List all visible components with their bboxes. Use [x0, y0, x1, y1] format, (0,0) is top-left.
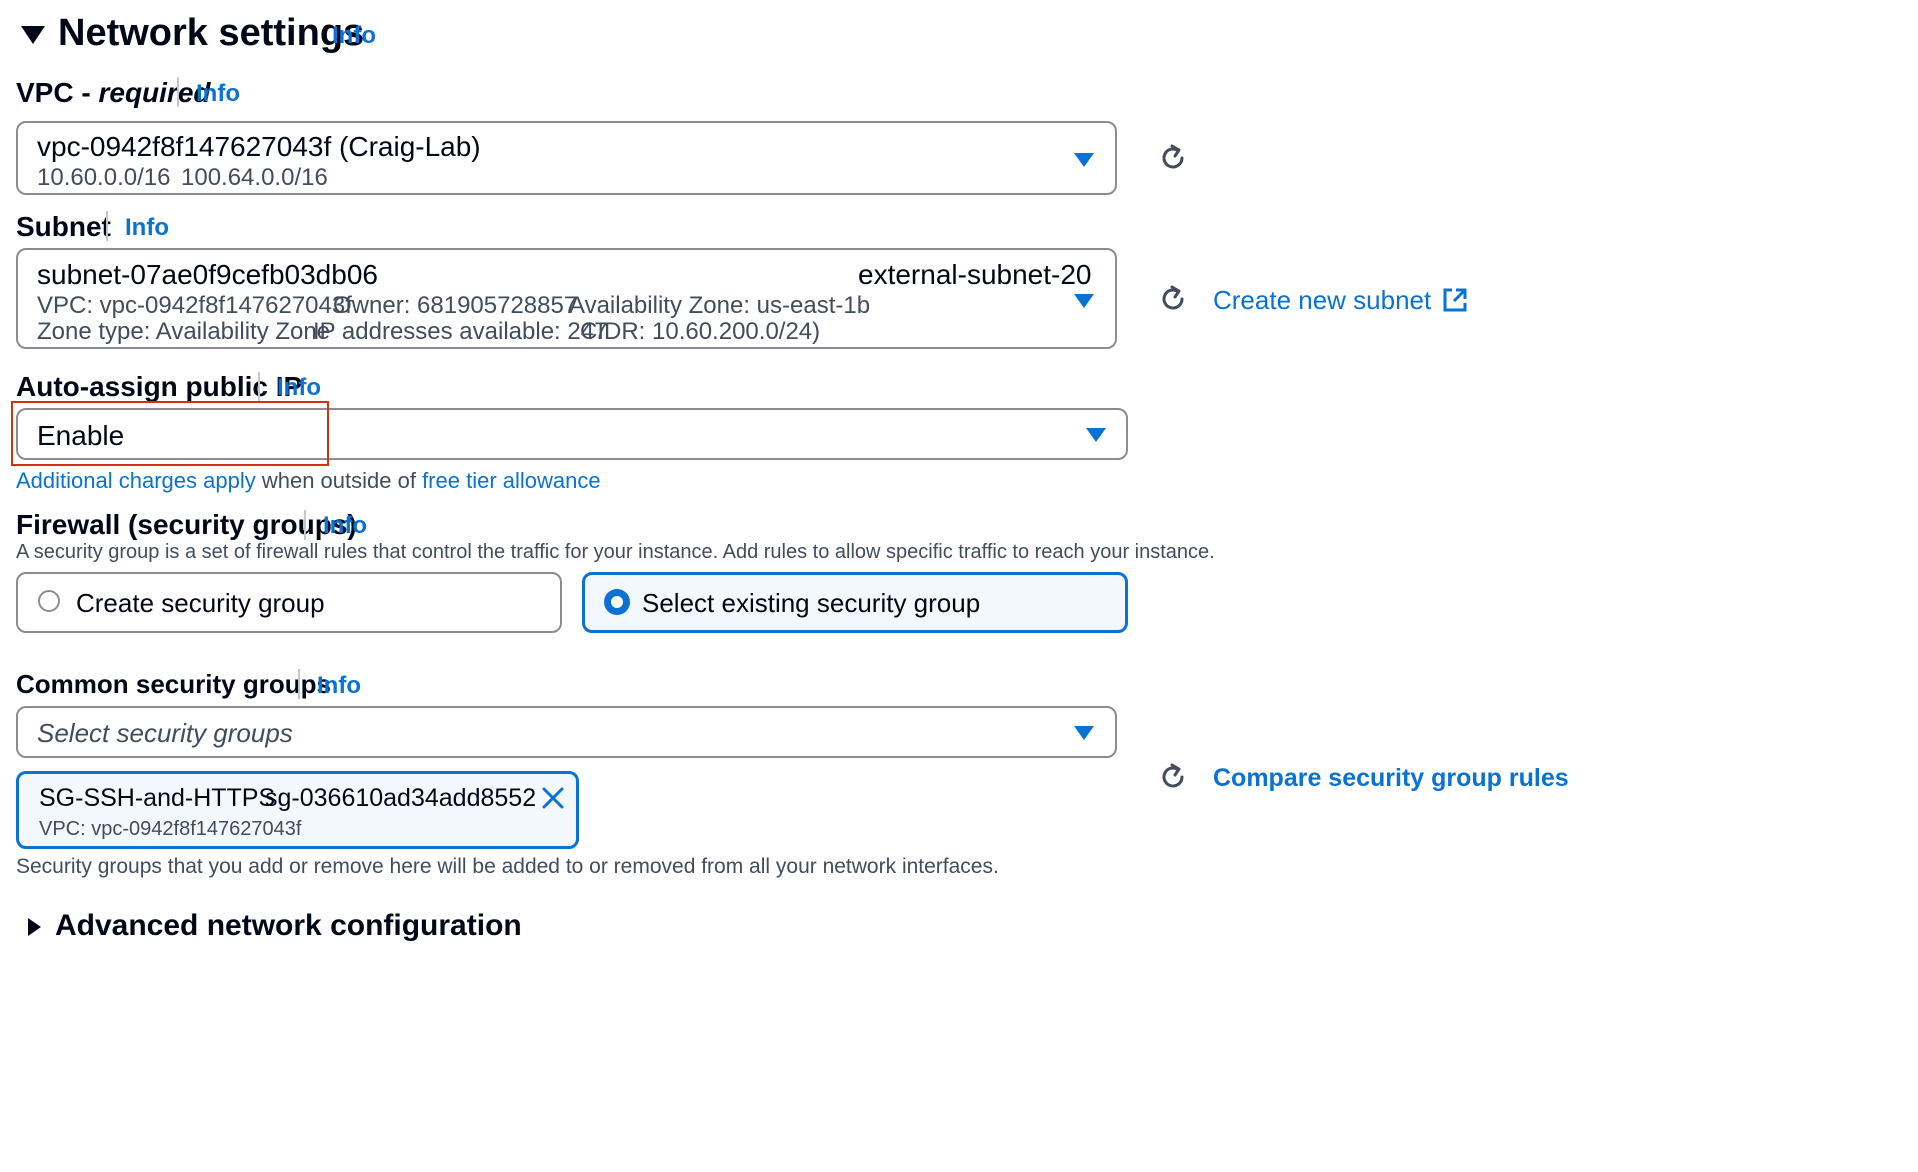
- token-sg-name: SG-SSH-and-HTTPS: [39, 784, 276, 812]
- firewall-description: A security group is a set of firewall ru…: [16, 541, 1215, 563]
- refresh-icon[interactable]: [1158, 143, 1188, 173]
- subnet-cidr: CIDR: 10.60.200.0/24): [580, 318, 821, 345]
- divider: [106, 211, 108, 241]
- chevron-down-icon: [1074, 153, 1094, 167]
- vpc-select[interactable]: vpc-0942f8f147627043f (Craig-Lab) 10.60.…: [16, 121, 1117, 195]
- refresh-icon[interactable]: [1158, 762, 1188, 792]
- subnet-selected-value: subnet-07ae0f9cefb03db06: [37, 259, 378, 290]
- vpc-label: VPC - required: [16, 77, 211, 108]
- select-existing-security-group-option[interactable]: Select existing security group: [582, 572, 1128, 633]
- subnet-ips-available: IP addresses available: 247: [313, 318, 608, 345]
- common-security-groups-info-link[interactable]: Info: [317, 672, 361, 700]
- free-tier-link[interactable]: free tier allowance: [422, 468, 601, 493]
- firewall-info-link[interactable]: Info: [323, 512, 367, 540]
- highlight-annotation-box: [11, 401, 329, 466]
- subnet-select[interactable]: subnet-07ae0f9cefb03db06 external-subnet…: [16, 248, 1117, 349]
- token-sg-id: sg-036610ad34add8552: [265, 784, 537, 812]
- subnet-label: Subnet: [16, 211, 111, 242]
- token-sg-vpc: VPC: vpc-0942f8f147627043f: [39, 818, 302, 840]
- radio-unselected-icon[interactable]: [38, 590, 60, 612]
- vpc-info-link[interactable]: Info: [196, 80, 240, 108]
- radio-selected-icon[interactable]: [604, 589, 630, 615]
- create-security-group-option[interactable]: Create security group: [16, 572, 562, 633]
- security-groups-placeholder: Select security groups: [37, 718, 293, 748]
- remove-token-close-icon[interactable]: [541, 786, 565, 815]
- security-groups-select[interactable]: Select security groups: [16, 706, 1117, 758]
- section-title: Network settings: [58, 12, 365, 54]
- create-new-subnet-link[interactable]: Create new subnet: [1213, 285, 1468, 320]
- additional-charges-link[interactable]: Additional charges apply: [16, 468, 256, 493]
- public-ip-info-link[interactable]: Info: [277, 374, 321, 402]
- subnet-availability-zone: Availability Zone: us-east-1b: [569, 292, 871, 319]
- external-link-icon: [1442, 287, 1468, 320]
- compare-security-group-rules-link[interactable]: Compare security group rules: [1213, 764, 1569, 793]
- section-info-link[interactable]: Info: [332, 22, 376, 50]
- subnet-name: external-subnet-20: [858, 259, 1092, 290]
- create-security-group-label: Create security group: [76, 588, 325, 618]
- divider: [177, 77, 179, 107]
- divider: [258, 372, 260, 402]
- divider: [304, 510, 306, 540]
- subnet-vpc: VPC: vpc-0942f8f147627043f: [37, 292, 352, 319]
- vpc-cidr-primary: 10.60.0.0/16: [37, 164, 171, 191]
- divider: [298, 669, 300, 699]
- security-group-token: SG-SSH-and-HTTPS sg-036610ad34add8552 VP…: [16, 771, 579, 849]
- subnet-info-link[interactable]: Info: [125, 214, 169, 242]
- subnet-zone-type: Zone type: Availability Zone: [37, 318, 331, 345]
- vpc-selected-value: vpc-0942f8f147627043f (Craig-Lab): [37, 131, 481, 162]
- subnet-owner: Owner: 681905728857: [333, 292, 578, 319]
- collapse-triangle-icon[interactable]: [20, 24, 46, 51]
- chevron-down-icon: [1074, 726, 1094, 740]
- chevron-down-icon: [1086, 428, 1106, 442]
- select-existing-security-group-label: Select existing security group: [642, 588, 981, 618]
- charges-note: Additional charges apply when outside of…: [16, 468, 601, 493]
- advanced-network-configuration-toggle[interactable]: Advanced network configuration: [55, 909, 522, 943]
- chevron-down-icon: [1074, 294, 1094, 308]
- security-groups-note: Security groups that you add or remove h…: [16, 855, 999, 878]
- vpc-cidr-secondary: 100.64.0.0/16: [181, 164, 328, 191]
- common-security-groups-label: Common security groups: [16, 669, 331, 699]
- refresh-icon[interactable]: [1158, 284, 1188, 314]
- expand-triangle-icon[interactable]: [26, 917, 42, 942]
